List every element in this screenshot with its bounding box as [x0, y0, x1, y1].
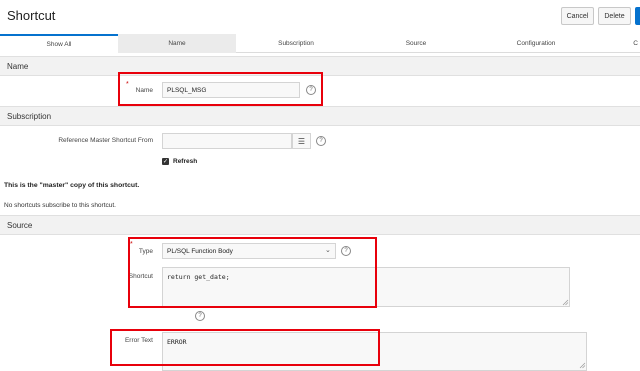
- tab-bar: Show All Name Subscription Source Config…: [0, 34, 640, 53]
- resize-handle-icon[interactable]: [579, 362, 586, 369]
- highlight-box: [128, 237, 377, 308]
- page-title: Shortcut: [7, 8, 56, 23]
- help-icon[interactable]: ?: [316, 136, 326, 146]
- tab-name[interactable]: Name: [118, 34, 236, 53]
- section-source-header: Source: [0, 215, 640, 235]
- tab-configuration[interactable]: Configuration: [476, 34, 596, 53]
- tab-subscription[interactable]: Subscription: [236, 34, 356, 53]
- tab-more[interactable]: C: [596, 34, 640, 53]
- refresh-checkbox[interactable]: ✓: [162, 158, 169, 165]
- tab-show-all[interactable]: Show All: [0, 34, 118, 53]
- master-copy-note: This is the "master" copy of this shortc…: [4, 182, 140, 189]
- subscribe-note: No shortcuts subscribe to this shortcut.: [4, 202, 116, 209]
- resize-handle-icon[interactable]: [562, 299, 569, 306]
- apply-button[interactable]: [635, 7, 640, 25]
- reference-master-label: Reference Master Shortcut From: [58, 137, 153, 144]
- help-icon[interactable]: ?: [195, 311, 205, 321]
- list-icon[interactable]: ☰: [292, 133, 311, 149]
- highlight-box: [110, 329, 380, 366]
- delete-button[interactable]: Delete: [598, 7, 631, 25]
- cancel-button[interactable]: Cancel: [561, 7, 594, 25]
- page-header: Shortcut Cancel Delete: [0, 0, 640, 34]
- refresh-label: Refresh: [173, 158, 198, 165]
- section-subscription-header: Subscription: [0, 106, 640, 126]
- reference-master-input[interactable]: [162, 133, 292, 149]
- highlight-box: [118, 72, 323, 106]
- tab-source[interactable]: Source: [356, 34, 476, 53]
